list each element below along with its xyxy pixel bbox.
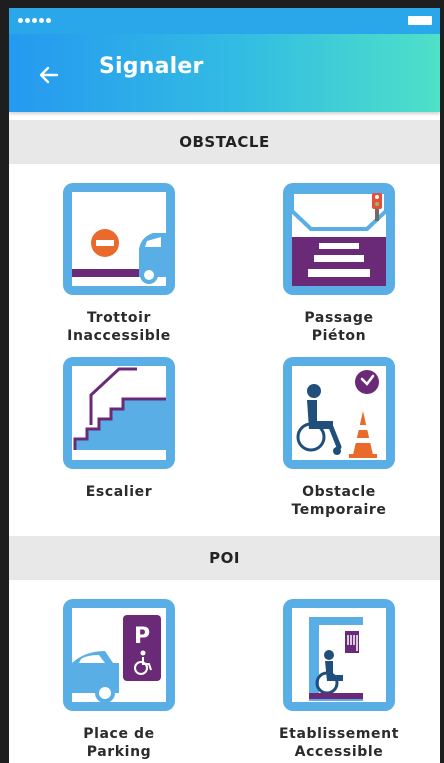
signal-strength-icon [18,18,51,23]
crosswalk-icon [283,183,395,295]
tile-label-line2: Temporaire [291,502,387,518]
section-header-obstacle: OBSTACLE [9,120,440,164]
temporary-obstacle-icon [283,357,395,469]
tile-etablissement-accessible[interactable]: Etablissement Accessible [249,597,429,761]
phone-screen: Signaler OBSTACLE Trottoir Inaccessible [9,8,440,763]
tile-place-de-parking[interactable]: P Place de Parking [29,597,209,761]
tile-label-line1: Obstacle [302,484,376,500]
app-bar: Signaler [9,34,440,112]
tile-escalier[interactable]: Escalier [29,355,209,501]
section-header-poi: POI [9,536,440,580]
tile-label-line1: Etablissement [278,726,400,742]
status-bar [9,8,440,34]
tile-obstacle-temporaire[interactable]: Obstacle Temporaire [249,355,429,519]
tile-label-line2: Accessible [294,744,384,760]
page-title: Signaler [99,54,204,79]
back-arrow-icon[interactable] [37,63,61,87]
battery-icon [408,16,432,25]
tile-label-line1: Place de [83,726,155,742]
tile-label-line2: Inaccessible [67,328,171,344]
disabled-parking-icon: P [63,599,175,711]
tile-passage-pieton[interactable]: Passage Piéton [249,181,429,345]
svg-text:P: P [134,624,150,649]
tile-label-line1: Escalier [85,484,153,500]
tile-trottoir-inaccessible[interactable]: Trottoir Inaccessible [29,181,209,345]
tile-label-line1: Passage [304,310,374,326]
tile-label-line1: Trottoir [86,310,152,326]
blocked-sidewalk-icon [63,183,175,295]
tile-label-line2: Piéton [311,328,367,344]
tile-label-line2: Parking [86,744,152,760]
accessible-establishment-icon [283,599,395,711]
stairs-icon [63,357,175,469]
